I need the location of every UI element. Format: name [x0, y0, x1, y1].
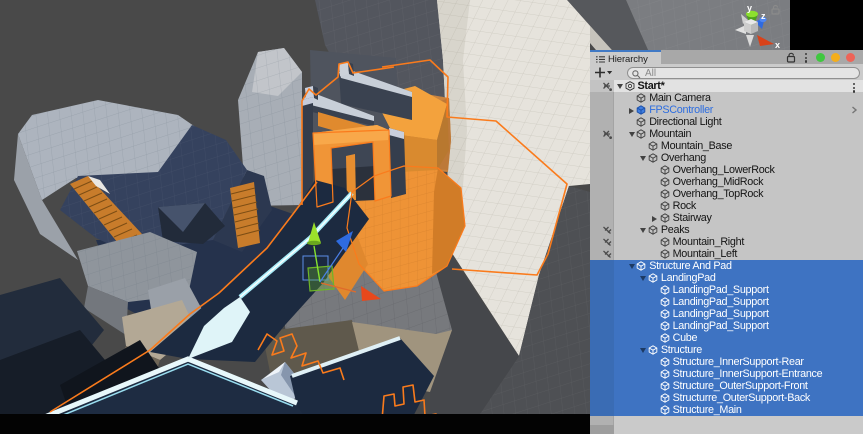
svg-text:y: y — [747, 3, 752, 13]
svg-text:z: z — [761, 11, 766, 21]
svg-text:x: x — [775, 40, 780, 50]
